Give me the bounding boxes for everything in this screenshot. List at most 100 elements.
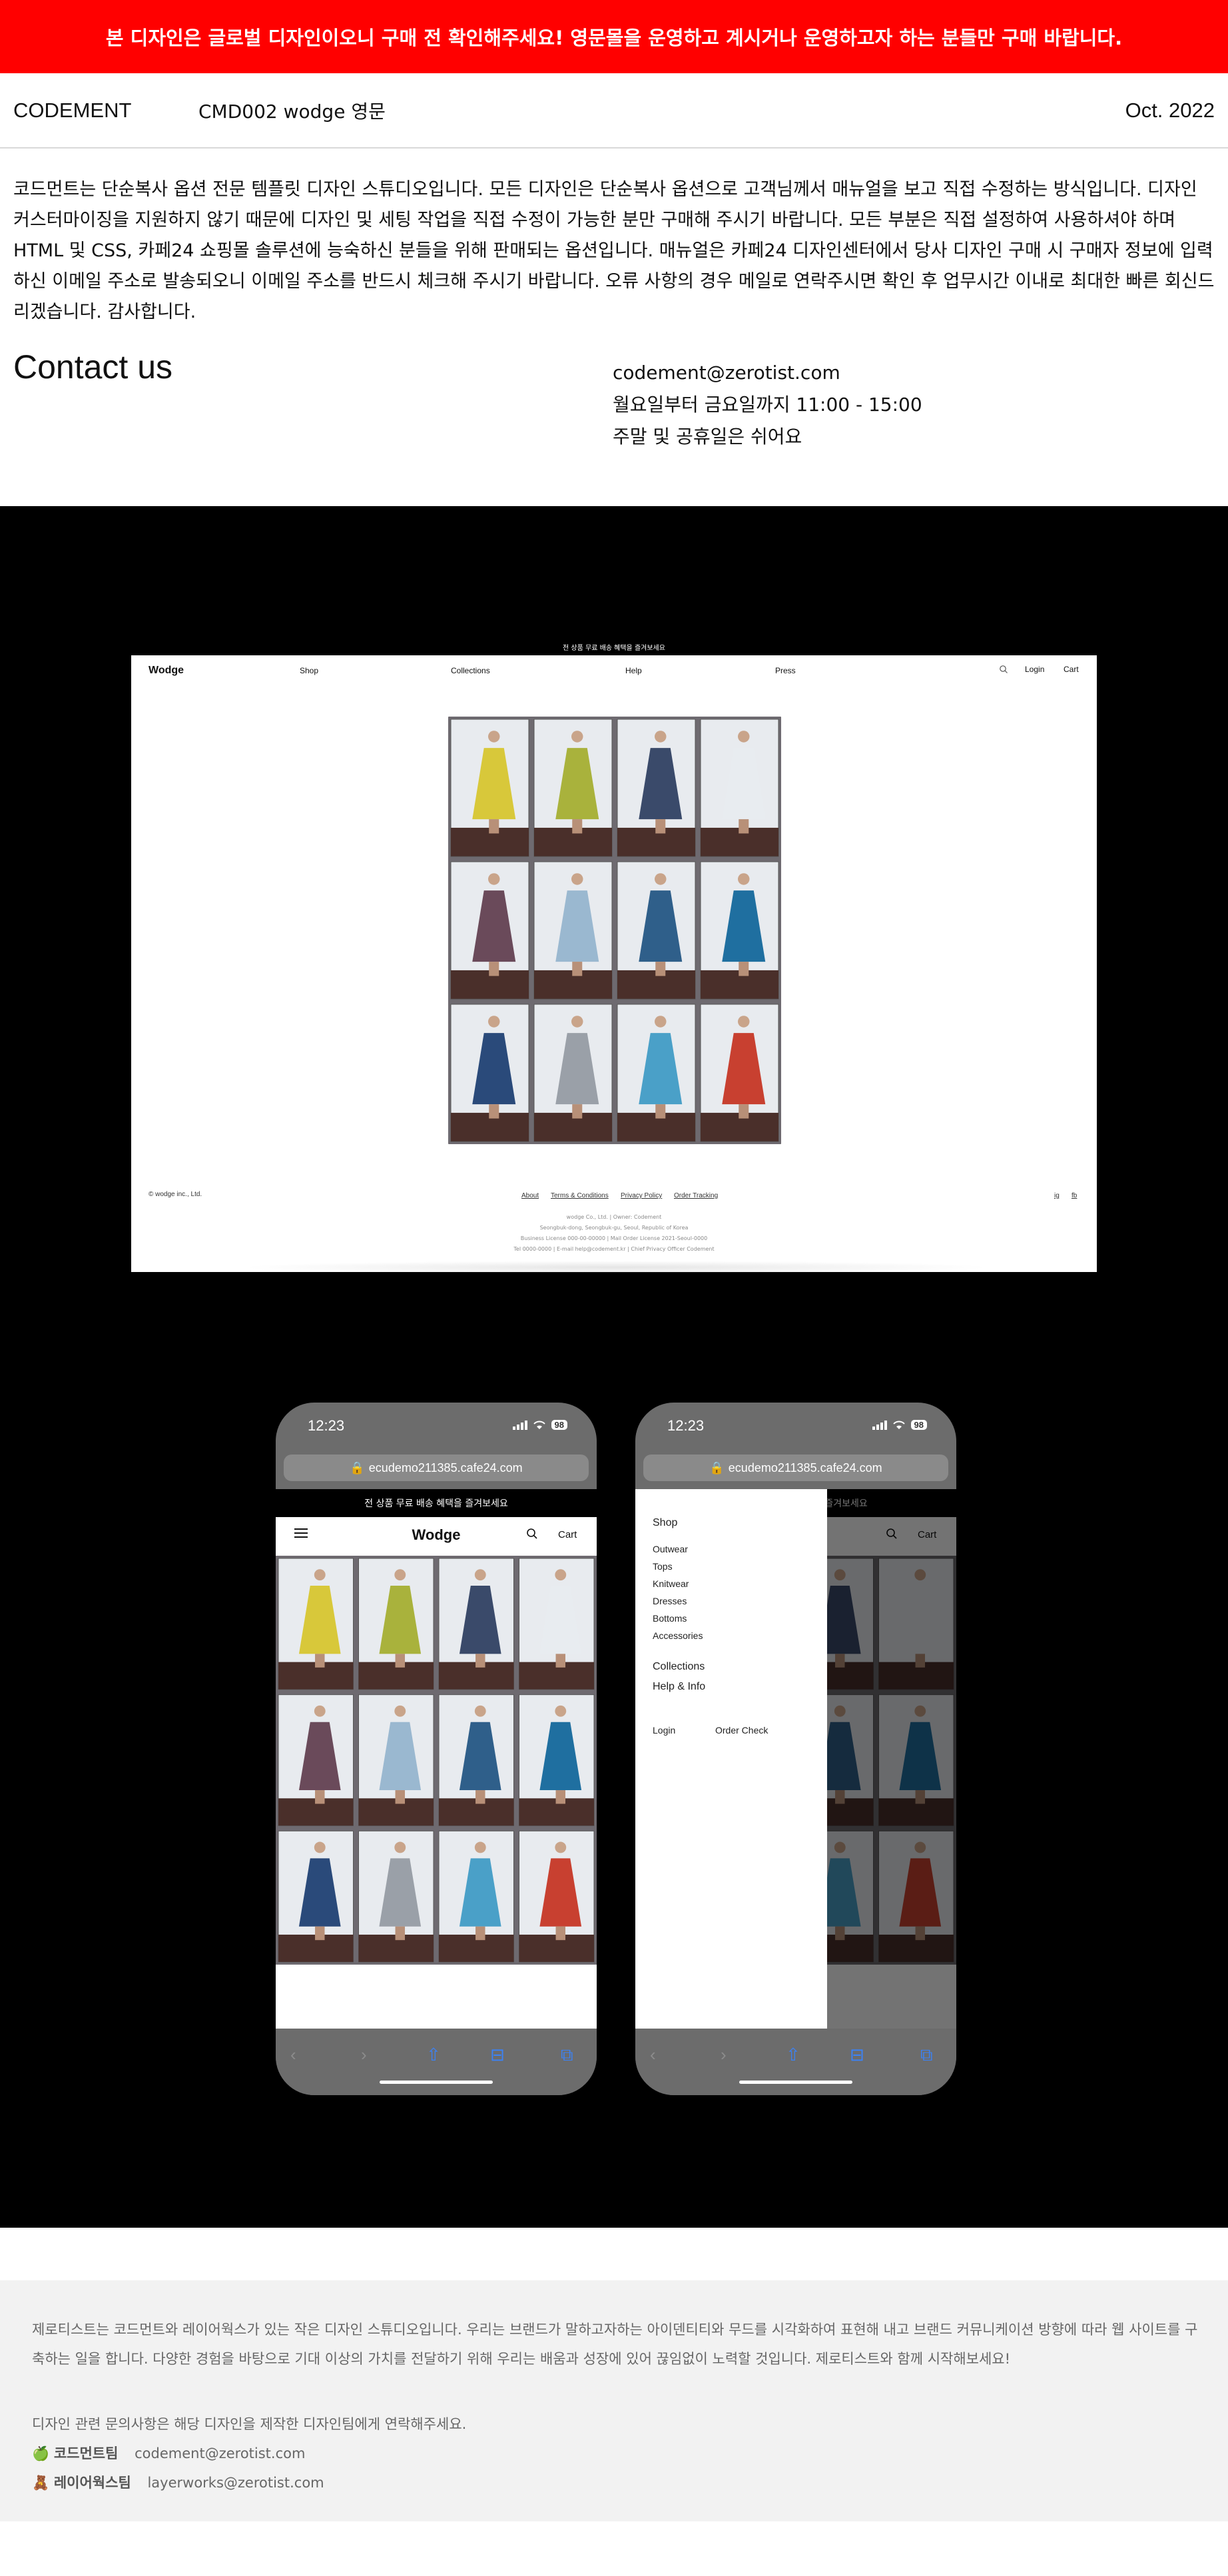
back-icon[interactable]: ‹ — [650, 2045, 656, 2065]
notice-banner: 본 디자인은 글로벌 디자인이오니 구매 전 확인해주세요! 영문몰을 운영하고… — [0, 0, 1228, 73]
desktop-nav-shop[interactable]: Shop — [300, 666, 318, 675]
desktop-nav-collections[interactable]: Collections — [451, 666, 490, 675]
business-info-line: Business License 000-00-00000 | Mail Ord… — [520, 1235, 708, 1241]
model-head — [571, 873, 583, 885]
desktop-mockup: Wodge Shop Collections Help Press Login … — [131, 655, 1097, 1272]
model-legs — [395, 1654, 406, 1668]
drawer-category[interactable]: Knitwear — [653, 1578, 689, 1589]
footer-social-fb[interactable]: fb — [1072, 1192, 1077, 1199]
desktop-nav-press[interactable]: Press — [775, 666, 796, 675]
team-email[interactable]: layerworks@zerotist.com — [147, 2475, 324, 2491]
drawer-category[interactable]: Outwear — [653, 1544, 688, 1554]
forward-icon[interactable]: › — [361, 2045, 367, 2065]
mobile-header: Wodge Cart — [276, 1517, 597, 1556]
drawer-shop[interactable]: Shop — [653, 1517, 677, 1529]
drawer-category[interactable]: Tops — [653, 1561, 673, 1572]
home-indicator — [739, 2081, 852, 2084]
desktop-business-info: wodge Co., Ltd. | Owner: Codement Seongb… — [131, 1212, 1097, 1255]
footer-link-privacy[interactable]: Privacy Policy — [621, 1192, 662, 1199]
phone-screen: 전 상품 무료 배송 혜택을 즐겨보세요 Wodge Cart — [276, 1489, 597, 2029]
footer-link-order-tracking[interactable]: Order Tracking — [674, 1192, 718, 1199]
share-icon[interactable]: ⇧ — [786, 2045, 800, 2065]
model-head — [571, 731, 583, 743]
url-text: ecudemo211385.cafe24.com — [728, 1460, 882, 1474]
model-legs — [489, 819, 499, 834]
desktop-copyright: © wodge inc., Ltd. — [149, 1191, 202, 1198]
contact-title: Contact us — [13, 348, 173, 386]
business-info-line: Tel 0000-0000 | E-mail help@codement.kr … — [513, 1246, 715, 1252]
model-legs — [315, 1790, 325, 1804]
search-icon[interactable] — [526, 1528, 538, 1543]
battery-icon: 98 — [910, 1420, 927, 1430]
description-text: 코드먼트는 단순복사 옵션 전문 템플릿 디자인 스튜디오입니다. 모든 디자인… — [13, 179, 1215, 322]
apple-icon: 🍏 — [32, 2445, 50, 2461]
model-legs — [315, 1654, 325, 1668]
mobile-hero-photo[interactable] — [276, 1556, 597, 1965]
footer-link-about[interactable]: About — [521, 1192, 539, 1199]
model-head — [488, 1016, 500, 1028]
mobile-cart-link[interactable]: Cart — [558, 1529, 577, 1540]
team-name: 레이어웍스팀 — [53, 2475, 131, 2491]
model-legs — [655, 962, 666, 976]
model-head — [555, 1569, 567, 1581]
model-head — [394, 1841, 406, 1853]
inquiry-note: 디자인 관련 문의사항은 해당 디자인을 제작한 디자인팀에게 연락해주세요. — [32, 2416, 467, 2432]
mobile-logo[interactable]: Wodge — [276, 1526, 597, 1544]
phone-screen: 전 상품 무료 배송 혜택을 즐겨보세요 Cart Shop Outwear T… — [635, 1489, 956, 2029]
model-legs — [739, 819, 749, 834]
tabs-icon[interactable]: ⧉ — [561, 2045, 573, 2066]
drawer-category[interactable]: Dresses — [653, 1596, 687, 1606]
bookmarks-icon[interactable]: ⊟ — [490, 2045, 505, 2065]
search-icon[interactable] — [999, 665, 1008, 676]
model-legs — [655, 819, 666, 834]
contact-hours: 월요일부터 금요일까지 11:00 - 15:00 — [613, 394, 922, 416]
desktop-login-link[interactable]: Login — [1025, 665, 1044, 674]
share-icon[interactable]: ⇧ — [426, 2045, 441, 2065]
model-head — [655, 1016, 667, 1028]
model-head — [474, 1569, 486, 1581]
teddy-bear-icon: 🧸 — [32, 2475, 50, 2491]
forward-icon[interactable]: › — [721, 2045, 727, 2065]
product-code: CMD002 wodge 영문 — [198, 100, 386, 123]
model-legs — [572, 962, 583, 976]
back-icon[interactable]: ‹ — [290, 2045, 296, 2065]
model-head — [314, 1569, 326, 1581]
model-head — [314, 1705, 326, 1717]
drawer-collections[interactable]: Collections — [653, 1661, 705, 1673]
info-bar: CODEMENT CMD002 wodge 영문 Oct. 2022 — [0, 73, 1228, 149]
status-icons: 98 — [512, 1420, 567, 1430]
model-legs — [489, 962, 499, 976]
model-legs — [655, 1104, 666, 1119]
model-legs — [572, 1104, 583, 1119]
drawer-category[interactable]: Bottoms — [653, 1613, 687, 1624]
desktop-nav-help[interactable]: Help — [625, 666, 642, 675]
drawer-login[interactable]: Login — [653, 1725, 675, 1736]
status-time: 12:23 — [667, 1417, 705, 1434]
hero-photo[interactable] — [448, 717, 781, 1144]
model-head — [655, 731, 667, 743]
wifi-icon — [533, 1421, 545, 1429]
brand-name: CODEMENT — [13, 98, 132, 122]
tabs-icon[interactable]: ⧉ — [920, 2045, 933, 2066]
address-bar[interactable]: 🔒 ecudemo211385.cafe24.com — [643, 1454, 948, 1481]
desktop-logo[interactable]: Wodge — [149, 665, 184, 677]
desktop-cart-link[interactable]: Cart — [1064, 665, 1079, 674]
footer-social-ig[interactable]: ig — [1054, 1192, 1060, 1199]
status-time: 12:23 — [308, 1417, 345, 1434]
model-legs — [572, 819, 583, 834]
drawer-order-check[interactable]: Order Check — [715, 1725, 768, 1736]
model-head — [738, 873, 750, 885]
team-email[interactable]: codement@zerotist.com — [135, 2445, 305, 2461]
bookmarks-icon[interactable]: ⊟ — [850, 2045, 864, 2065]
team-layerworks: 🧸 레이어웍스팀 layerworks@zerotist.com — [32, 2468, 466, 2497]
drawer-category[interactable]: Accessories — [653, 1630, 703, 1641]
footer-link-terms[interactable]: Terms & Conditions — [551, 1192, 609, 1199]
model-head — [555, 1841, 567, 1853]
model-head — [738, 731, 750, 743]
contact-email[interactable]: codement@zerotist.com — [613, 357, 922, 389]
drawer-help[interactable]: Help & Info — [653, 1681, 705, 1693]
home-indicator — [380, 2081, 493, 2084]
address-bar[interactable]: 🔒 ecudemo211385.cafe24.com — [284, 1454, 589, 1481]
model-legs — [395, 1790, 406, 1804]
team-codement: 🍏 코드먼트팀 codement@zerotist.com — [32, 2439, 466, 2468]
